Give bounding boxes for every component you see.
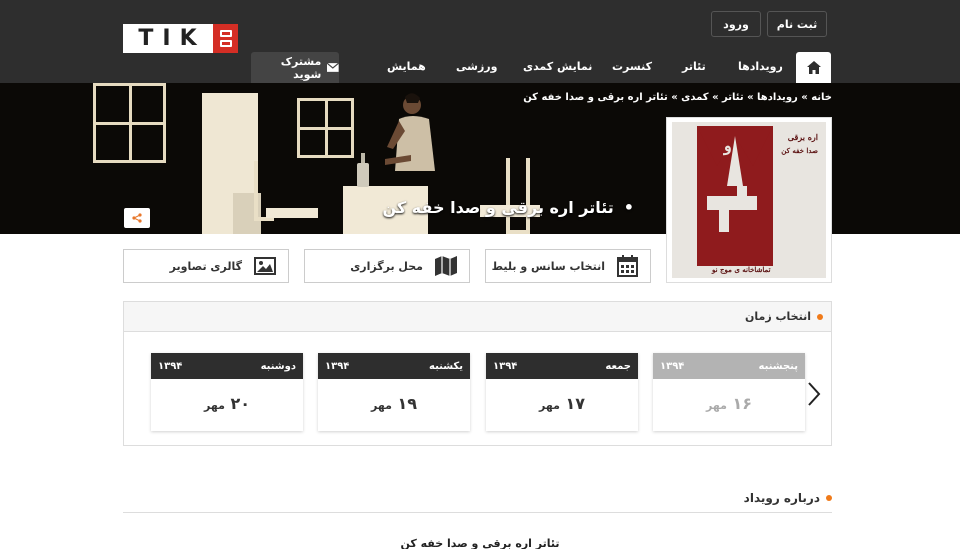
- stage-prop: [266, 208, 318, 218]
- about-event-title: تئاتر اره برقی و صدا خفه کن: [400, 537, 560, 549]
- venue-button[interactable]: محل برگزاری: [304, 249, 470, 283]
- day-weekday: یکشنبه: [429, 360, 463, 372]
- site-logo[interactable]: TIK: [123, 24, 238, 53]
- breadcrumb[interactable]: خانه » رویدادها » تئاتر » کمدی » تئاتر ا…: [523, 92, 832, 103]
- day-card-header: ۱۳۹۴ دوشنبه: [151, 353, 303, 379]
- poster-art: [697, 126, 773, 266]
- day-year: ۱۳۹۴: [493, 360, 518, 372]
- bullet-icon: [817, 313, 823, 320]
- day-card-header: ۱۳۹۴ جمعه: [486, 353, 638, 379]
- day-year: ۱۳۹۴: [158, 360, 183, 372]
- subscribe-button[interactable]: مشترک شوید: [251, 52, 339, 83]
- stage-chair: [506, 158, 530, 234]
- day-year: ۱۳۹۴: [660, 360, 685, 372]
- share-icon: [132, 213, 142, 223]
- logo-text: TIK: [123, 24, 213, 53]
- about-heading-label: درباره رویداد: [743, 491, 820, 505]
- home-icon: [806, 61, 821, 74]
- calendar-icon: [617, 255, 638, 277]
- chevron-right-icon[interactable]: [807, 382, 821, 406]
- day-card-header: ۱۳۹۴ یکشنبه: [318, 353, 470, 379]
- day-number: ۱۶: [732, 394, 753, 413]
- day-card[interactable]: ۱۳۹۴ پنجشنبه ۱۶ مهر: [653, 353, 805, 431]
- image-icon: [254, 257, 276, 275]
- hero-title: تئاتر اره برقی و صدا خفه کن: [382, 198, 634, 217]
- day-month: مهر: [538, 399, 560, 412]
- panel-header: انتخاب زمان: [124, 302, 831, 332]
- poster-image: اره برقی و صدا خفه کن تماشاخانه ی موج نو: [672, 122, 826, 278]
- day-card[interactable]: ۱۳۹۴ جمعه ۱۷ مهر: [486, 353, 638, 431]
- day-month: مهر: [705, 399, 727, 412]
- time-selection-panel: انتخاب زمان ۱۳۹۴ پنجشنبه ۱۶ مهر ۱۳۹۴ جمع…: [123, 301, 832, 446]
- day-year: ۱۳۹۴: [325, 360, 350, 372]
- top-bar: TIK ثبت نام ورود رویدادها تئاتر کنسرت نم…: [0, 0, 960, 83]
- day-month: مهر: [370, 399, 392, 412]
- about-heading: درباره رویداد: [744, 491, 832, 505]
- day-date: ۱۹ مهر: [318, 394, 470, 413]
- nav-item-sports[interactable]: ورزشی: [456, 60, 497, 73]
- schedule-ticket-label: انتخاب سانس و بلیط: [491, 259, 605, 273]
- day-number: ۱۹: [397, 394, 418, 413]
- nav-home[interactable]: [796, 52, 831, 83]
- poster-title-line3: صدا خفه کن: [781, 146, 818, 155]
- day-date: ۱۷ مهر: [486, 394, 638, 413]
- bottle-icon: [357, 153, 369, 187]
- subscribe-label: مشترک شوید: [280, 54, 322, 81]
- gallery-label: گالری تصاویر: [169, 259, 242, 273]
- nav-item-comedy[interactable]: نمایش کمدی: [523, 60, 592, 73]
- ticket-icon: [213, 24, 238, 53]
- share-button[interactable]: [124, 208, 150, 228]
- event-poster[interactable]: اره برقی و صدا خفه کن تماشاخانه ی موج نو: [666, 117, 832, 283]
- poster-venue-text: تماشاخانه ی موج نو: [712, 265, 771, 274]
- map-icon: [435, 256, 457, 276]
- gallery-button[interactable]: گالری تصاویر: [123, 249, 289, 283]
- day-card-header: ۱۳۹۴ پنجشنبه: [653, 353, 805, 379]
- envelope-icon: [327, 63, 339, 72]
- login-button[interactable]: ورود: [711, 11, 761, 37]
- nav-item-events[interactable]: رویدادها: [738, 60, 783, 73]
- nav-item-theater[interactable]: تئاتر: [682, 60, 706, 73]
- nav-item-concert[interactable]: کنسرت: [612, 60, 652, 73]
- register-button[interactable]: ثبت نام: [767, 11, 827, 37]
- poster-title-line2: و: [724, 136, 732, 155]
- bullet-icon: [826, 495, 832, 501]
- panel-title: انتخاب زمان: [745, 310, 811, 323]
- day-date: ۱۶ مهر: [653, 394, 805, 413]
- day-weekday: پنجشنبه: [758, 360, 798, 372]
- day-month: مهر: [203, 399, 225, 412]
- stage-window: [297, 98, 354, 158]
- main-nav: رویدادها تئاتر کنسرت نمایش کمدی ورزشی هم…: [0, 52, 960, 83]
- day-weekday: دوشنبه: [260, 360, 296, 372]
- day-card[interactable]: ۱۳۹۴ یکشنبه ۱۹ مهر: [318, 353, 470, 431]
- day-card[interactable]: ۱۳۹۴ دوشنبه ۲۰ مهر: [151, 353, 303, 431]
- divider: [123, 512, 832, 513]
- schedule-ticket-button[interactable]: انتخاب سانس و بلیط: [485, 249, 651, 283]
- nav-item-conference[interactable]: همایش: [387, 60, 426, 73]
- venue-label: محل برگزاری: [350, 259, 423, 273]
- day-date: ۲۰ مهر: [151, 394, 303, 413]
- day-weekday: جمعه: [605, 360, 631, 372]
- day-number: ۲۰: [230, 394, 251, 413]
- poster-title-line1: اره برقی: [787, 132, 818, 142]
- actor-figure: [385, 93, 435, 171]
- stage-window: [93, 83, 166, 163]
- day-number: ۱۷: [565, 394, 586, 413]
